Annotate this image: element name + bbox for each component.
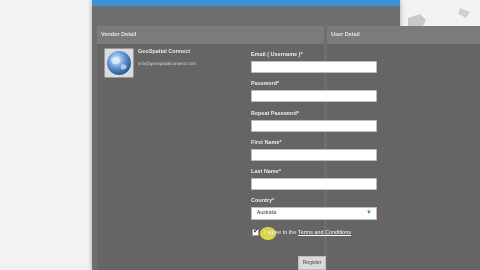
first-name-field[interactable] <box>251 149 377 161</box>
repeat-password-field[interactable] <box>251 120 377 132</box>
terms-link[interactable]: Terms and Conditions <box>298 230 351 236</box>
last-name-label: Last Name* <box>251 169 281 175</box>
first-name-label: First Name* <box>251 140 282 146</box>
email-label: Email ( Username )* <box>251 52 303 58</box>
register-button[interactable]: Register <box>298 256 326 270</box>
country-selected-value: Australia <box>257 210 277 216</box>
registration-modal: Vendor Detail User Detail <box>92 0 480 270</box>
country-label: Country* <box>251 198 275 204</box>
repeat-password-label: Repeat Password* <box>251 111 299 117</box>
terms-agreement-text: I agree to the Terms and Conditions <box>264 230 351 236</box>
last-name-field[interactable] <box>251 178 377 190</box>
vendor-email: info@geospatialconnect.com <box>138 61 196 66</box>
password-field[interactable] <box>251 90 377 102</box>
user-detail-header: User Detail <box>327 26 480 44</box>
checkmark-icon: ✔ <box>253 228 259 235</box>
country-select[interactable]: Australia ▼ <box>251 207 377 220</box>
vendor-logo <box>104 48 134 78</box>
password-label: Password* <box>251 81 280 87</box>
agree-prefix: I agree to the <box>264 230 297 236</box>
terms-checkbox[interactable]: ✔ <box>252 228 259 236</box>
vendor-name: GeoSpatial Connect <box>138 49 191 55</box>
globe-icon <box>107 51 131 75</box>
email-field[interactable] <box>251 61 377 73</box>
chevron-down-icon: ▼ <box>366 210 372 216</box>
modal-top-bar <box>92 0 400 6</box>
vendor-detail-header: Vendor Detail <box>97 26 324 44</box>
